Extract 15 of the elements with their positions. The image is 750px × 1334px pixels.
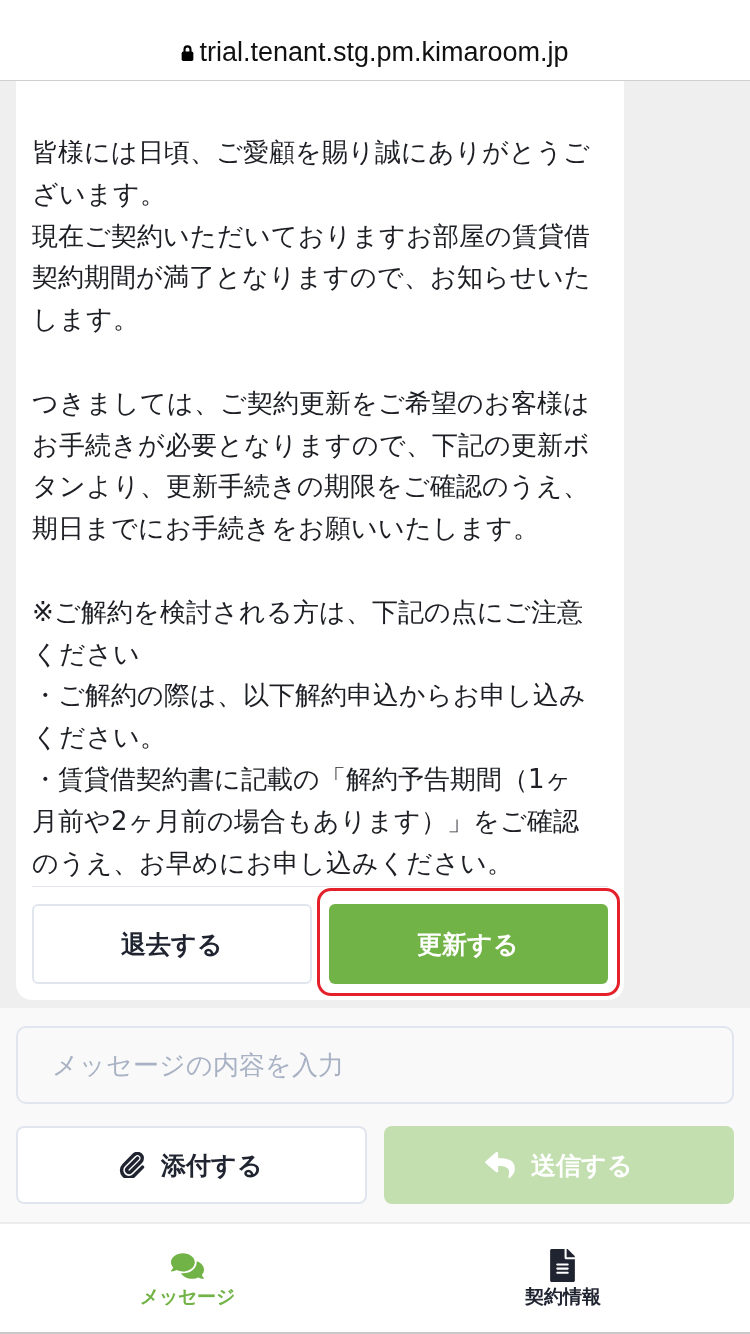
paperclip-icon (119, 1152, 146, 1178)
chat-bubbles-icon (171, 1252, 204, 1279)
document-icon (550, 1249, 575, 1282)
message-text: ・賃貸借契約書に記載の「解約予告期間（1ヶ月前や2ヶ月前の場合もあります）」をご確認のうえ、お早めにお申し込みください。 (32, 762, 580, 880)
message-text: ※ご解約を検討される方は、下記の点にご注意ください (32, 595, 584, 671)
message-text: ・ご解約の際は、以下解約申込からお申し込みください。 (32, 679, 587, 755)
attach-button[interactable]: 添付する (16, 1126, 367, 1204)
url-text[interactable]: trial.tenant.stg.pm.kimaroom.jp (199, 36, 569, 68)
reply-arrow-icon (484, 1152, 515, 1178)
message-text: 現在ご契約いただいておりますお部屋の賃貸借契約期間が満了となりますので、お知らせいたします。 (32, 219, 592, 337)
message-text: 皆様には日頃、ご愛顧を賜り誠にありがとうございます。 (32, 136, 591, 211)
contract-info-tab[interactable]: 契約情報 (375, 1224, 750, 1332)
message-input-field[interactable]: メッセージの内容を入力 (16, 1026, 734, 1104)
move-out-button[interactable]: 退去する (32, 904, 312, 985)
message-text: つきましては、ご契約更新をご希望のお客様はお手続きが必要となりますので、下記の更新ボタンより、更新手続きの期限をご確認のうえ、期日までにお手続きをお願いいたします。 (32, 386, 591, 546)
